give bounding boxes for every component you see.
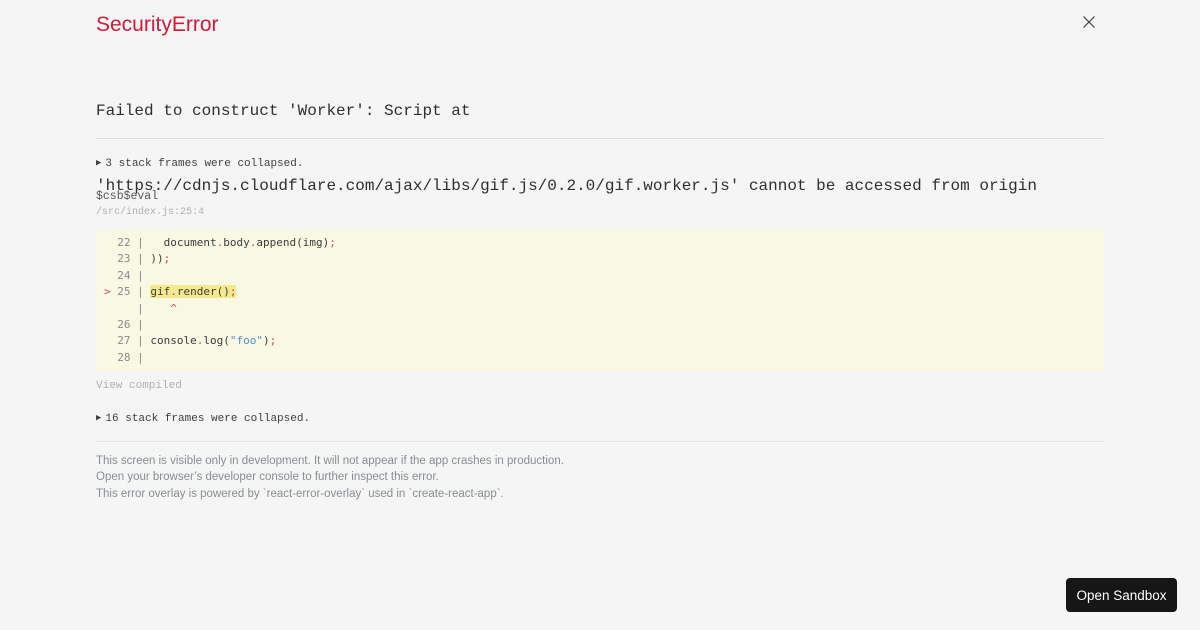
code-line: 23 | ));: [117, 252, 171, 266]
code-line: 22 | document.body.append(img);: [117, 236, 336, 249]
divider: [96, 138, 1104, 139]
collapsed-frames-top[interactable]: ▶ 3 stack frames were collapsed.: [96, 157, 303, 171]
code-line: | ^: [117, 301, 177, 315]
collapsed-frames-top-label: 3 stack frames were collapsed.: [105, 158, 304, 170]
stack-frame-location[interactable]: /src/index.js:25:4: [96, 206, 204, 219]
code-frame: 22 | document.body.append(img); 23 | ));…: [96, 230, 1104, 371]
code-line: 26 |: [117, 318, 144, 332]
view-compiled-link[interactable]: View compiled: [96, 379, 182, 393]
open-sandbox-button[interactable]: Open Sandbox: [1066, 578, 1177, 612]
collapsed-frames-bottom[interactable]: ▶ 16 stack frames were collapsed.: [96, 412, 310, 426]
code-line: 27 | console.log("foo");: [117, 334, 277, 348]
close-button[interactable]: [1078, 13, 1100, 35]
footer-line: Open your browser’s developer console to…: [96, 471, 439, 484]
stack-frame-function: $csb$eval: [96, 190, 159, 203]
close-icon: [1082, 15, 1096, 34]
collapse-arrow-icon: ▶: [96, 158, 102, 168]
divider: [96, 441, 1104, 442]
error-message-line: 'https://cdnjs.cloudflare.com/ajax/libs/…: [96, 177, 1037, 195]
footer-note: This screen is visible only in developme…: [96, 453, 564, 502]
code-line: 24 |: [117, 268, 144, 282]
footer-line: This screen is visible only in developme…: [96, 455, 564, 467]
collapsed-frames-bottom-label: 16 stack frames were collapsed.: [105, 413, 311, 425]
code-line: 28 |: [117, 350, 144, 364]
collapse-arrow-icon: ▶: [96, 413, 102, 423]
footer-line: This error overlay is powered by `react-…: [96, 487, 504, 500]
error-message-line: Failed to construct 'Worker': Script at: [96, 102, 471, 120]
error-title: SecurityError: [96, 13, 219, 36]
code-line: > 25 | gif.render();: [104, 285, 237, 299]
